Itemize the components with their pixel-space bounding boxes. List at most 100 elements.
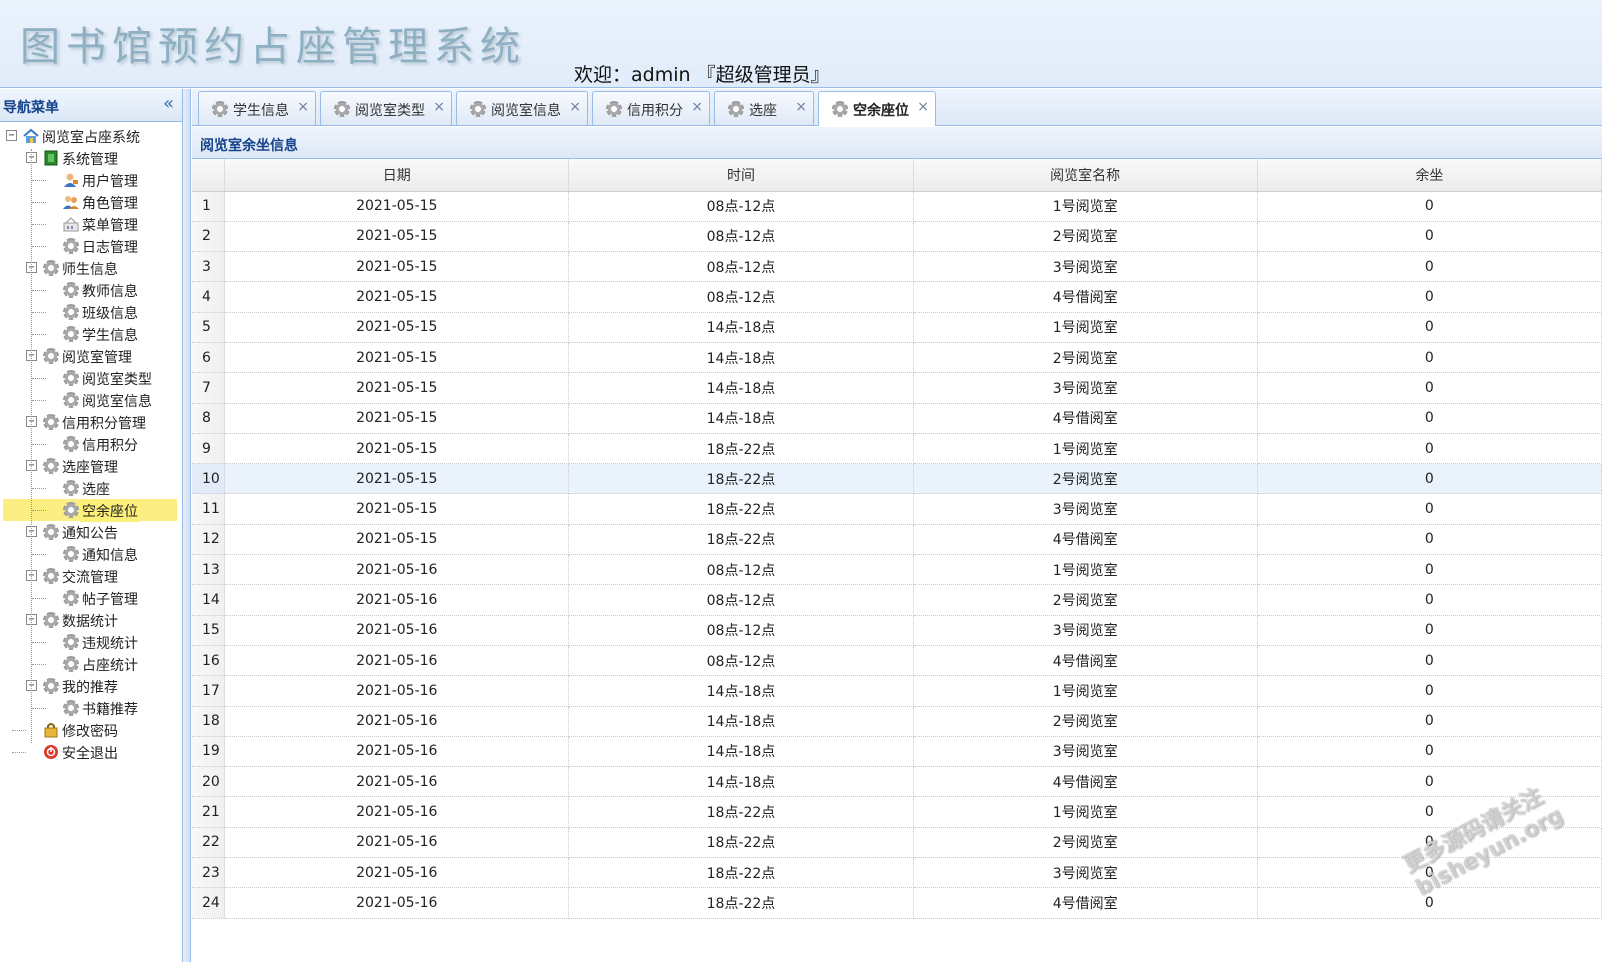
table-row[interactable]: 11 2021-05-15 18点-22点 3号阅览室 0 [192,493,1602,525]
seats-cell: 0 [1257,463,1602,495]
table-row[interactable]: 4 2021-05-15 08点-12点 4号借阅室 0 [192,281,1602,313]
close-icon[interactable]: × [433,99,445,115]
table-row[interactable]: 19 2021-05-16 14点-18点 3号阅览室 0 [192,736,1602,768]
table-row[interactable]: 23 2021-05-16 18点-22点 3号阅览室 0 [192,857,1602,889]
table-row[interactable]: 1 2021-05-15 08点-12点 1号阅览室 0 [192,191,1602,222]
welcome-text: 欢迎：admin 『超级管理员』 [574,64,830,86]
tab-item[interactable]: 选座 × [714,91,814,125]
table-row[interactable]: 12 2021-05-15 18点-22点 4号借阅室 0 [192,524,1602,556]
table-row[interactable]: 10 2021-05-15 18点-22点 2号阅览室 0 [192,463,1602,495]
tree-connector [32,510,46,511]
tree-item[interactable]: 学生信息 [0,323,182,345]
table-row[interactable]: 15 2021-05-16 08点-12点 3号阅览室 0 [192,615,1602,646]
tree-item[interactable]: 日志管理 [0,235,182,257]
table-row[interactable]: 24 2021-05-16 18点-22点 4号借阅室 0 [192,887,1602,919]
tab-item[interactable]: 阅览室类型 × [320,91,452,125]
table-row[interactable]: 13 2021-05-16 08点-12点 1号阅览室 0 [192,554,1602,586]
time-cell: 14点-18点 [568,766,914,798]
date-cell: 2021-05-15 [224,342,570,374]
sidebar-splitter[interactable] [183,89,191,962]
row-number: 21 [192,796,226,828]
tab-label: 学生信息 [233,103,289,119]
tab-item[interactable]: 阅览室信息 × [456,91,588,125]
tree-item[interactable]: 选座 [0,477,182,499]
tree-item[interactable]: − 选座管理 [0,455,182,477]
date-cell: 2021-05-16 [224,766,570,798]
tree-item[interactable]: 教师信息 [0,279,182,301]
tree-item[interactable]: 信用积分 [0,433,182,455]
date-cell: 2021-05-15 [224,312,570,343]
date-cell: 2021-05-16 [224,554,570,586]
column-header-room[interactable]: 阅览室名称 [913,159,1258,192]
tree-item[interactable]: 用户管理 [0,169,182,191]
table-row[interactable]: 14 2021-05-16 08点-12点 2号阅览室 0 [192,584,1602,616]
tree-item[interactable]: − 通知公告 [0,521,182,543]
seats-cell: 0 [1257,312,1602,343]
close-icon[interactable]: × [917,99,929,115]
table-row[interactable]: 21 2021-05-16 18点-22点 1号阅览室 0 [192,796,1602,828]
table-row[interactable]: 5 2021-05-15 14点-18点 1号阅览室 0 [192,312,1602,343]
close-icon[interactable]: × [795,99,807,115]
room-cell: 4号借阅室 [913,887,1258,919]
tree-item[interactable]: − 信用积分管理 [0,411,182,433]
date-cell: 2021-05-15 [224,372,570,404]
close-icon[interactable]: × [691,99,703,115]
gear-icon [42,413,60,431]
tree-item[interactable]: 阅览室类型 [0,367,182,389]
content-panel: 阅览室余坐信息 日期 时间 阅览室名称 余坐 1 2021-05-15 08点-12… [192,127,1602,962]
panel-title: 阅览室余坐信息 [192,127,1602,159]
column-header-time[interactable]: 时间 [568,159,914,192]
tree-item[interactable]: 空余座位 [0,499,182,522]
tree-item[interactable]: − 我的推荐 [0,675,182,697]
collapse-toggle-icon[interactable]: − [6,130,17,141]
column-header-seats[interactable]: 余坐 [1257,159,1602,192]
collapse-icon[interactable]: « [163,93,174,114]
close-icon[interactable]: × [297,99,309,115]
table-row[interactable]: 3 2021-05-15 08点-12点 3号阅览室 0 [192,251,1602,283]
tree-item[interactable]: − 交流管理 [0,565,182,587]
row-number: 14 [192,584,226,616]
table-row[interactable]: 9 2021-05-15 18点-22点 1号阅览室 0 [192,433,1602,465]
table-row[interactable]: 16 2021-05-16 08点-12点 4号借阅室 0 [192,645,1602,677]
table-row[interactable]: 6 2021-05-15 14点-18点 2号阅览室 0 [192,342,1602,374]
table-row[interactable]: 7 2021-05-15 14点-18点 3号阅览室 0 [192,372,1602,404]
tree-item[interactable]: 阅览室信息 [0,389,182,411]
tree-item[interactable]: 违规统计 [0,631,182,653]
tree-item[interactable]: 班级信息 [0,301,182,323]
tree-item[interactable]: 帖子管理 [0,587,182,609]
close-icon[interactable]: × [569,99,581,115]
tab-item[interactable]: 信用积分 × [592,91,710,125]
tab-item[interactable]: 空余座位 × [818,91,936,126]
tree-item[interactable]: 占座统计 [0,653,182,675]
tree-item[interactable]: 角色管理 [0,191,182,213]
tree-item[interactable]: 通知信息 [0,543,182,565]
time-cell: 18点-22点 [568,827,914,859]
table-row[interactable]: 17 2021-05-16 14点-18点 1号阅览室 0 [192,675,1602,707]
table-row[interactable]: 22 2021-05-16 18点-22点 2号阅览室 0 [192,827,1602,859]
date-cell: 2021-05-16 [224,796,570,828]
tree-item[interactable]: − 师生信息 [0,257,182,279]
tree-connector [32,400,46,401]
tree-item[interactable]: − 阅览室占座系统 [0,125,182,147]
table-row[interactable]: 2 2021-05-15 08点-12点 2号阅览室 0 [192,221,1602,253]
table-row[interactable]: 20 2021-05-16 14点-18点 4号借阅室 0 [192,766,1602,798]
tree-item[interactable]: − 系统管理 [0,147,182,169]
table-row[interactable]: 18 2021-05-16 14点-18点 2号阅览室 0 [192,706,1602,737]
tree-item[interactable]: 菜单管理 [0,213,182,235]
tree-item[interactable]: 安全退出 [0,741,182,763]
tree-item[interactable]: 修改密码 [0,719,182,741]
tree-item[interactable]: − 阅览室管理 [0,345,182,367]
tree-item[interactable]: − 数据统计 [0,609,182,631]
room-cell: 1号阅览室 [913,554,1258,586]
tree-item-label: 用户管理 [82,174,138,190]
room-cell: 3号阅览室 [913,251,1258,283]
seats-cell: 0 [1257,281,1602,313]
tab-label: 阅览室信息 [491,103,561,119]
column-header-date[interactable]: 日期 [224,159,570,192]
tab-item[interactable]: 学生信息 × [198,91,316,125]
table-row[interactable]: 8 2021-05-15 14点-18点 4号借阅室 0 [192,403,1602,434]
tree-item[interactable]: 书籍推荐 [0,697,182,719]
room-cell: 3号阅览室 [913,857,1258,889]
sidebar-header: 导航菜单 « [0,89,182,122]
time-cell: 18点-22点 [568,463,914,495]
